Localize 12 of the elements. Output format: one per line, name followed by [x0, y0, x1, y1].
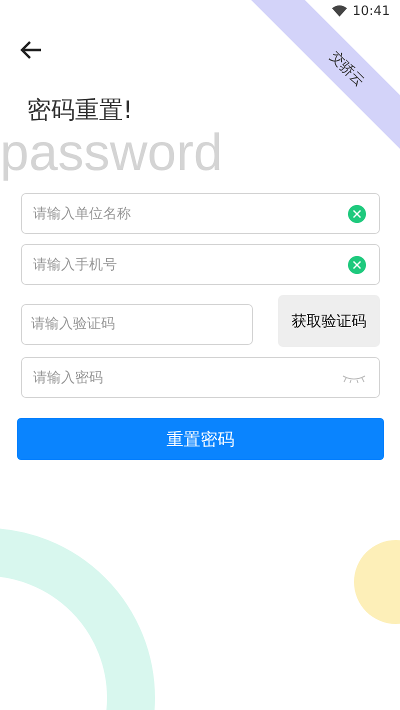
input-field[interactable]: 请输入单位名称 — [21, 193, 380, 234]
get-code-button[interactable]: 获取验证码 — [278, 295, 380, 347]
page-title: 密码重置! — [27, 95, 133, 125]
clear-icon[interactable] — [348, 256, 366, 274]
back-arrow-icon[interactable] — [20, 41, 42, 59]
input-field[interactable]: 请输入手机号 — [21, 244, 380, 285]
status-time: 10:41 — [352, 4, 390, 18]
input-field[interactable]: 请输入密码 — [21, 357, 380, 398]
clear-icon[interactable] — [348, 204, 366, 222]
input-field[interactable]: 请输入验证码 — [21, 304, 253, 344]
reset-password-button[interactable]: 重置密码 — [17, 418, 384, 460]
wifi-icon — [332, 5, 347, 17]
